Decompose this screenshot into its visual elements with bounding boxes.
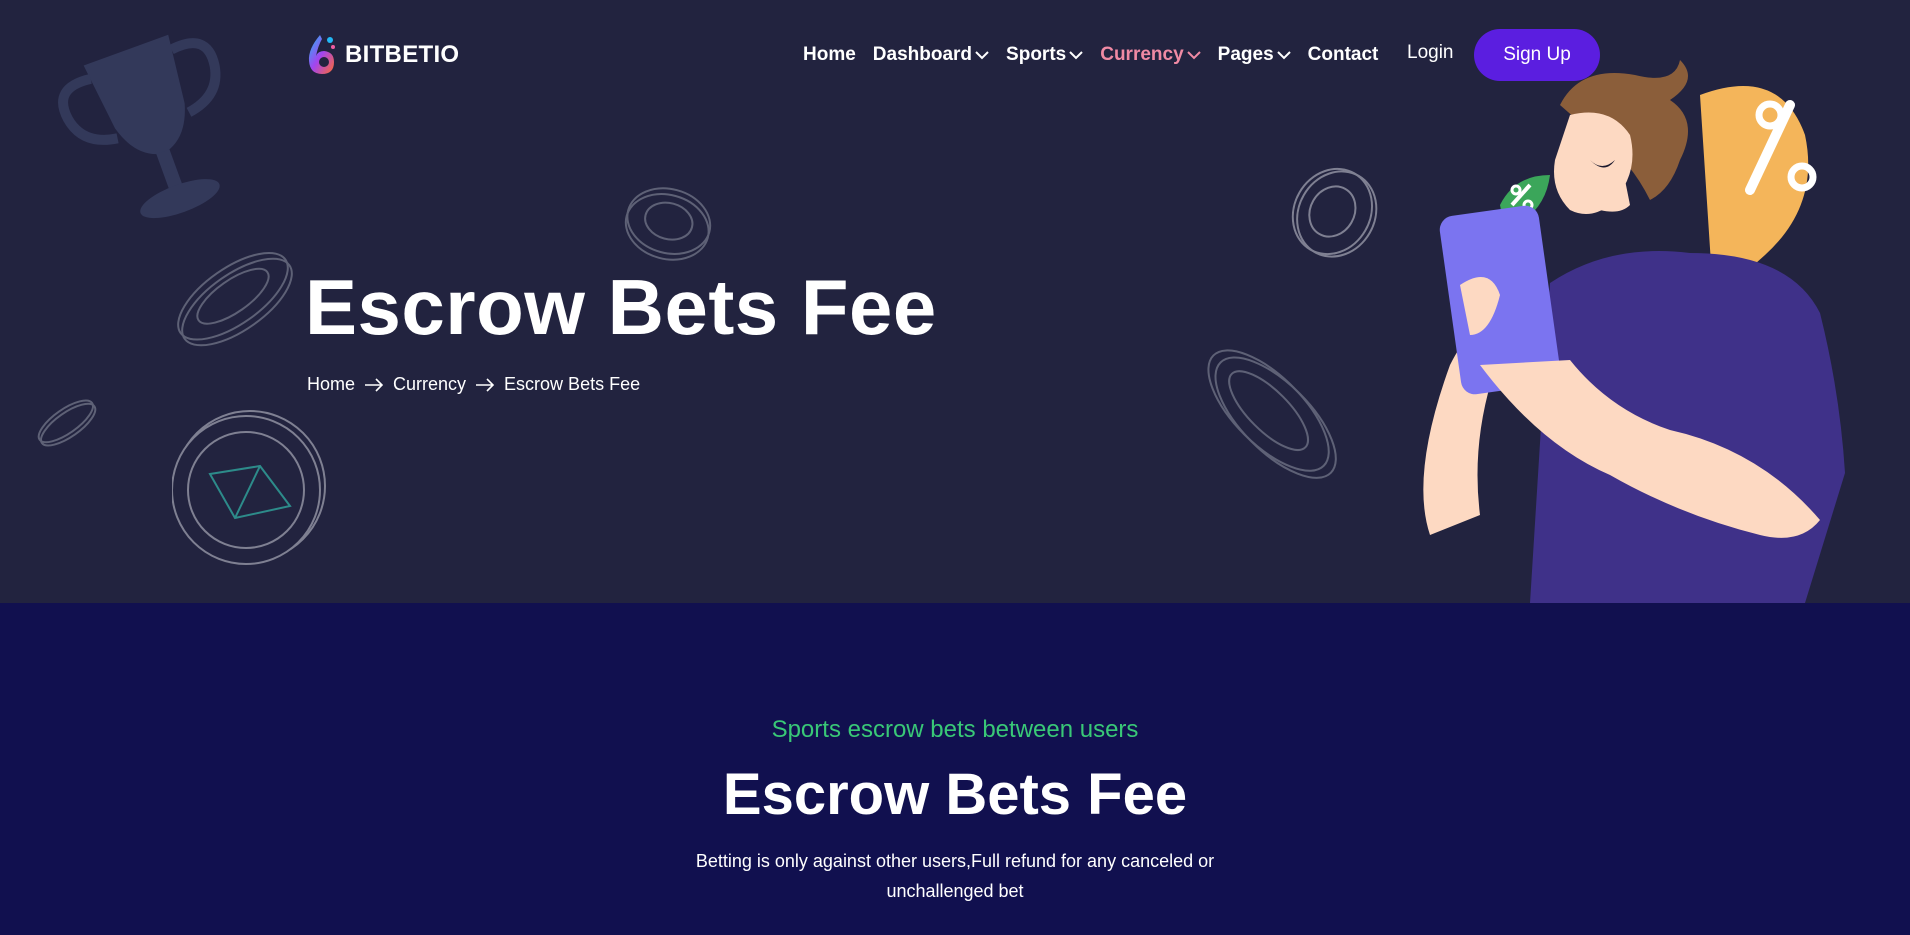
brand-logo[interactable]: BITBETIO bbox=[307, 32, 459, 78]
nav-item-sports[interactable]: Sports bbox=[1006, 44, 1083, 66]
coin-icon bbox=[177, 251, 293, 347]
hero-section: BITBETIO Home Dashboard Sports Currency … bbox=[0, 0, 1910, 603]
chevron-down-icon bbox=[1276, 51, 1291, 60]
nav-item-home[interactable]: Home bbox=[803, 44, 856, 66]
nav-item-contact[interactable]: Contact bbox=[1308, 44, 1379, 66]
login-link[interactable]: Login bbox=[1407, 42, 1454, 64]
nav-item-pages[interactable]: Pages bbox=[1218, 44, 1291, 66]
nav-label: Pages bbox=[1217, 44, 1274, 65]
breadcrumb-current: Escrow Bets Fee bbox=[504, 374, 641, 394]
nav-label: Dashboard bbox=[872, 44, 973, 65]
chevron-down-icon bbox=[1069, 51, 1083, 60]
trophy-icon bbox=[58, 34, 221, 219]
person-illustration bbox=[1423, 60, 1845, 603]
escrow-fee-section: Sports escrow bets between users Escrow … bbox=[0, 603, 1910, 935]
nav-item-currency[interactable]: Currency bbox=[1100, 44, 1201, 66]
arrow-right-icon bbox=[365, 377, 384, 392]
logo-icon bbox=[308, 35, 335, 74]
nav-label: Home bbox=[803, 44, 856, 65]
brand-name: BITBETIO bbox=[345, 41, 460, 68]
chevron-down-icon bbox=[1186, 51, 1201, 60]
nav-item-dashboard[interactable]: Dashboard bbox=[873, 44, 989, 66]
nav-label: Sports bbox=[1006, 44, 1067, 65]
breadcrumb-home[interactable]: Home bbox=[307, 374, 355, 395]
section-eyebrow: Sports escrow bets between users bbox=[771, 716, 1139, 743]
main-nav: Home Dashboard Sports Currency Pages Con… bbox=[803, 40, 1395, 70]
breadcrumb: Home Currency Escrow Bets Fee bbox=[307, 374, 640, 395]
section-title: Escrow Bets Fee bbox=[722, 762, 1188, 827]
coin-icon bbox=[1207, 349, 1337, 479]
breadcrumb-currency[interactable]: Currency bbox=[393, 374, 466, 395]
chevron-down-icon bbox=[975, 51, 989, 60]
nav-label: Currency bbox=[1100, 44, 1184, 65]
section-description: Betting is only against other users,Full… bbox=[695, 851, 1215, 901]
coin-icon bbox=[1291, 167, 1378, 258]
arrow-right-icon bbox=[476, 377, 495, 392]
coin-icon bbox=[37, 399, 97, 447]
page-title: Escrow Bets Fee bbox=[305, 263, 937, 351]
nav-label: Contact bbox=[1307, 44, 1379, 65]
coin-icon bbox=[624, 187, 712, 261]
signup-button[interactable]: Sign Up bbox=[1474, 29, 1600, 81]
coin-icon bbox=[172, 410, 326, 565]
